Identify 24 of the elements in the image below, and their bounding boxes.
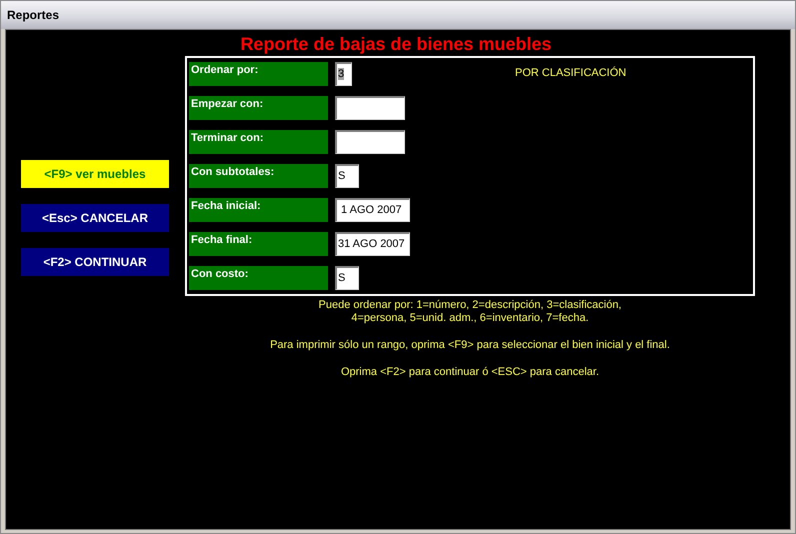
help-text: 4=persona, 5=unid. adm., 6=inventario, 7=fecha. — [351, 312, 589, 325]
input-field[interactable]: 31 AGO 2007 — [335, 232, 410, 256]
action-button[interactable]: <F2> CONTINUAR — [21, 248, 169, 276]
input-field[interactable]: 3 — [335, 62, 352, 86]
field-label: Con subtotales: — [189, 164, 328, 188]
help-text: Para imprimir sólo un rango, oprima <F9> para seleccionar el bien inicial y el final. — [270, 339, 670, 352]
input-field[interactable]: 1 AGO 2007 — [335, 198, 410, 222]
field-label: Terminar con: — [189, 130, 328, 154]
field-label: Empezar con: — [189, 96, 328, 120]
window-title: Reportes — [7, 8, 60, 22]
help-text: Oprima <F2> para continuar ó <ESC> para cancelar. — [340, 366, 600, 379]
input-field[interactable] — [335, 96, 405, 120]
input-field[interactable]: S — [335, 164, 359, 188]
input-field[interactable] — [335, 130, 405, 154]
order-caption: POR CLASIFICACIÓN — [515, 67, 626, 81]
field-label: Fecha final: — [189, 232, 328, 256]
field-label: Ordenar por: — [189, 62, 328, 86]
input-field[interactable]: S — [335, 266, 359, 290]
report-heading: Reporte de bajas de bienes muebles — [240, 33, 552, 55]
field-label: Con costo: — [189, 266, 328, 290]
action-button[interactable]: <F9> ver muebles — [21, 160, 169, 188]
action-button[interactable]: <Esc> CANCELAR — [21, 204, 169, 232]
field-label: Fecha inicial: — [189, 198, 328, 222]
help-text: Puede ordenar por: 1=número, 2=descripción, 3=clasificación, — [318, 299, 622, 312]
